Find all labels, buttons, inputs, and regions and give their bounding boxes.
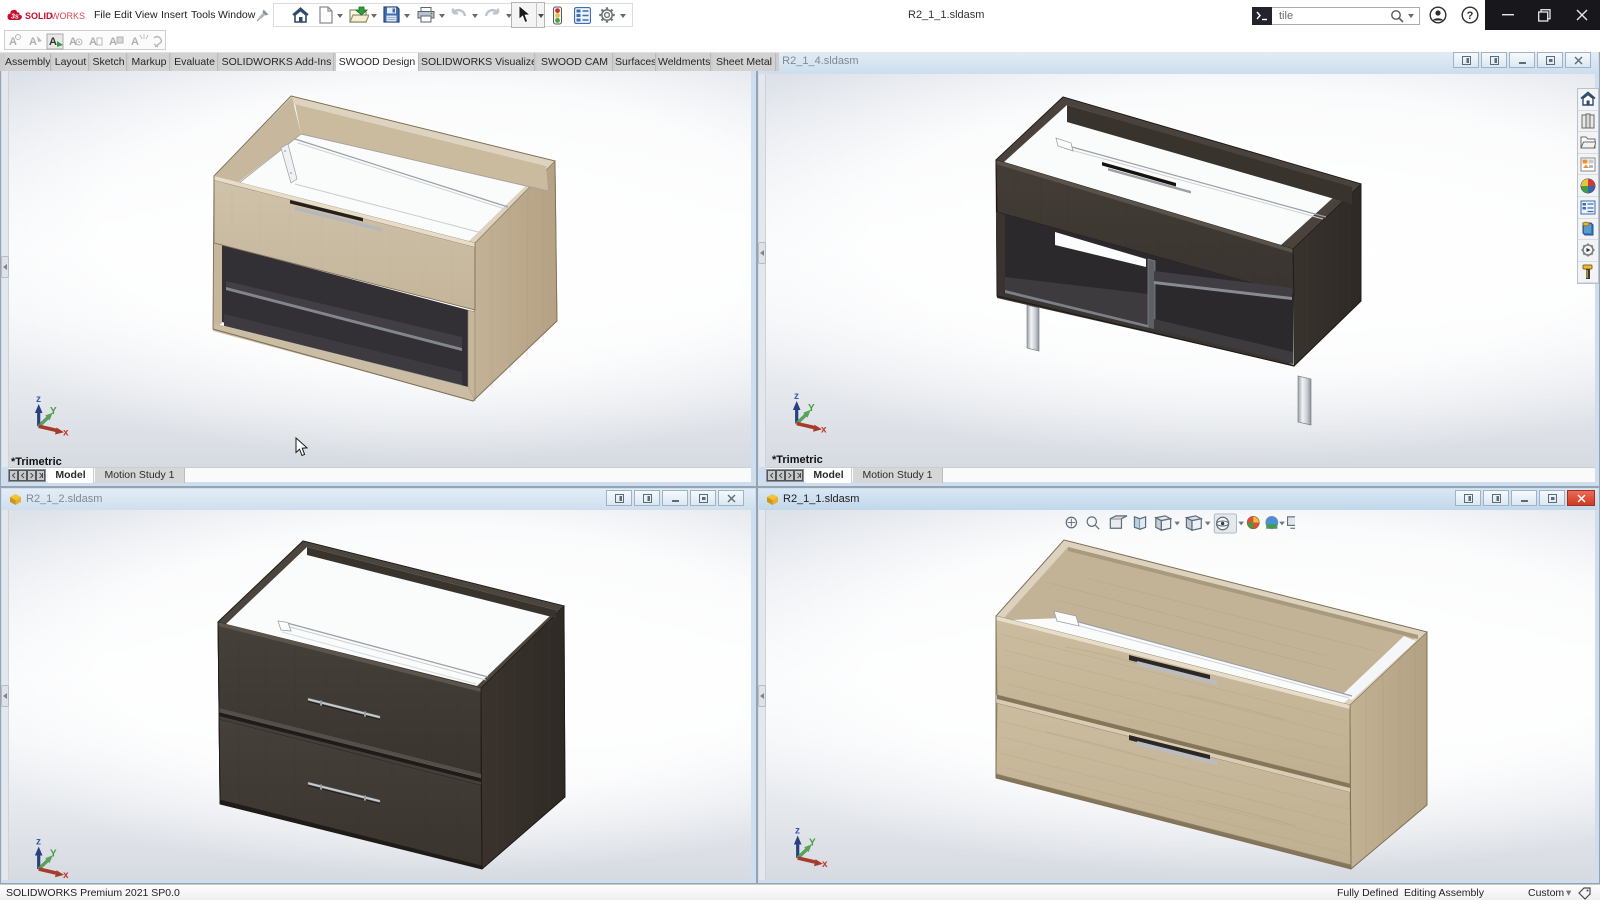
svg-text:z: z bbox=[795, 826, 800, 837]
svg-text:Y: Y bbox=[808, 403, 815, 414]
svg-text:A: A bbox=[29, 36, 37, 48]
svg-text:z: z bbox=[36, 394, 41, 405]
svg-text:z: z bbox=[794, 391, 799, 402]
svg-text:?: ? bbox=[1467, 10, 1474, 22]
svg-text:x: x bbox=[822, 859, 828, 870]
svg-text:Y: Y bbox=[50, 849, 57, 860]
svg-text:x: x bbox=[63, 870, 69, 880]
svg-text:3s: 3s bbox=[11, 14, 19, 21]
svg-text:SOLID: SOLID bbox=[25, 11, 53, 21]
svg-text:z: z bbox=[36, 837, 41, 848]
svg-text:A: A bbox=[109, 36, 117, 48]
svg-text:A: A bbox=[49, 36, 57, 48]
svg-text:A: A bbox=[89, 36, 97, 48]
svg-text:Y: Y bbox=[809, 838, 816, 849]
svg-text:Y: Y bbox=[50, 406, 57, 417]
svg-text:x: x bbox=[63, 428, 69, 439]
svg-text:A: A bbox=[131, 36, 139, 48]
svg-text:x: x bbox=[821, 425, 827, 436]
svg-text:WORKS: WORKS bbox=[51, 11, 85, 21]
